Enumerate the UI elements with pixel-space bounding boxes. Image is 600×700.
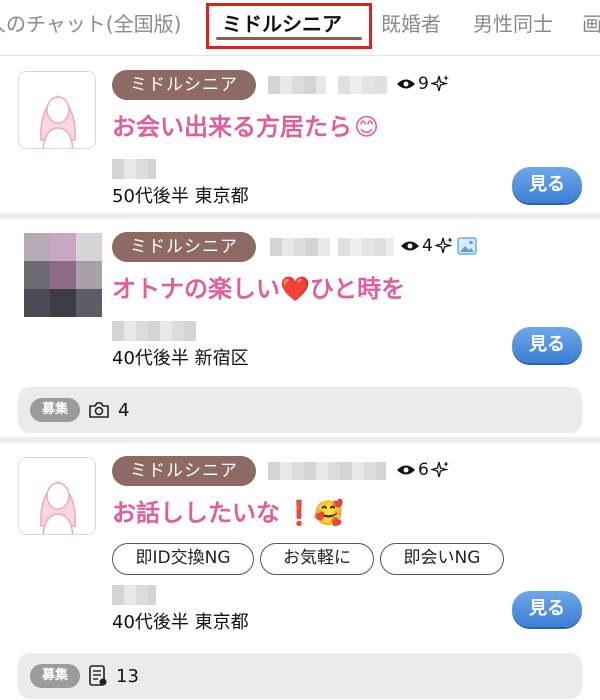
category-pill: ミドルシニア	[112, 456, 256, 486]
blurred-photo-thumbnail[interactable]	[24, 233, 102, 317]
category-tab-bar: 人のチャット(全国版) ミドルシニア 既婚者 男性同士 画	[0, 0, 600, 56]
age-location: 50代後半 東京都	[112, 186, 249, 207]
age-location: 40代後半 東京都	[112, 612, 249, 633]
recruit-badge: 募集	[30, 664, 81, 688]
tag-no-instant-meet: 即会いNG	[380, 543, 504, 575]
active-tab-highlight	[206, 3, 372, 49]
recruit-info-bar: 募集 4	[18, 387, 582, 433]
post-card[interactable]: ミドルシニア 4 オトナの楽しい ❤️ ひと時を 40代後半 新宿区 見る 募集…	[0, 219, 600, 438]
tab-male-pairs[interactable]: 男性同士	[473, 10, 553, 38]
image-icon	[457, 237, 477, 255]
document-icon	[88, 665, 108, 687]
username-mosaic	[268, 462, 386, 480]
tab-image[interactable]: 画	[582, 10, 600, 38]
exclamation-blush-emoji-icon: ❗🥰	[284, 499, 344, 527]
camera-icon	[88, 401, 110, 419]
eye-icon	[396, 77, 416, 91]
see-button[interactable]: 見る	[512, 167, 582, 203]
tab-married[interactable]: 既婚者	[381, 10, 441, 38]
age-location: 40代後半 新宿区	[112, 348, 249, 369]
nickname-mosaic	[112, 159, 156, 179]
see-button[interactable]: 見る	[512, 327, 582, 363]
eye-icon	[396, 463, 416, 477]
eye-icon	[400, 239, 420, 253]
smile-emoji-icon: 😊	[354, 113, 380, 141]
username-mosaic	[268, 76, 326, 94]
tab-national-chat[interactable]: 人のチャット(全国版)	[0, 10, 181, 38]
post-title[interactable]: お話ししたいな ❗🥰	[112, 497, 344, 529]
time-mosaic	[338, 76, 388, 94]
view-count: 9	[396, 73, 451, 95]
post-title[interactable]: お会い出来る方居たら 😊	[112, 111, 379, 143]
recruit-badge: 募集	[30, 398, 81, 422]
sparkle-icon	[430, 460, 451, 480]
see-button[interactable]: 見る	[512, 591, 582, 627]
female-avatar-icon	[40, 481, 76, 534]
category-pill: ミドルシニア	[112, 232, 256, 262]
tag-no-instant-id-exchange: 即ID交換NG	[112, 543, 254, 575]
active-tab-underline	[216, 37, 362, 40]
sparkle-icon	[434, 236, 455, 256]
document-count: 13	[116, 665, 139, 687]
photo-count: 4	[118, 399, 130, 421]
post-card[interactable]: ミドルシニア 6 お話ししたいな ❗🥰 即ID交換NG お気軽に 即会いNG 4…	[0, 443, 600, 700]
sparkle-icon	[430, 74, 451, 94]
post-card[interactable]: ミドルシニア 9 お会い出来る方居たら 😊 50代後半 東京都 見る	[0, 57, 600, 215]
nickname-mosaic	[112, 321, 196, 341]
nickname-mosaic	[112, 585, 156, 605]
time-mosaic	[338, 238, 394, 256]
view-count: 6	[396, 459, 451, 481]
recruit-info-bar: 募集 13	[18, 653, 582, 699]
username-mosaic	[270, 238, 330, 256]
default-avatar-thumbnail[interactable]	[18, 457, 96, 535]
heart-emoji-icon: ❤️	[280, 275, 310, 303]
category-pill: ミドルシニア	[112, 70, 256, 100]
female-avatar-icon	[40, 95, 76, 148]
default-avatar-thumbnail[interactable]	[18, 71, 96, 149]
post-title[interactable]: オトナの楽しい ❤️ ひと時を	[112, 273, 405, 305]
tag-casual: お気軽に	[260, 543, 374, 575]
view-count: 4	[400, 235, 477, 257]
